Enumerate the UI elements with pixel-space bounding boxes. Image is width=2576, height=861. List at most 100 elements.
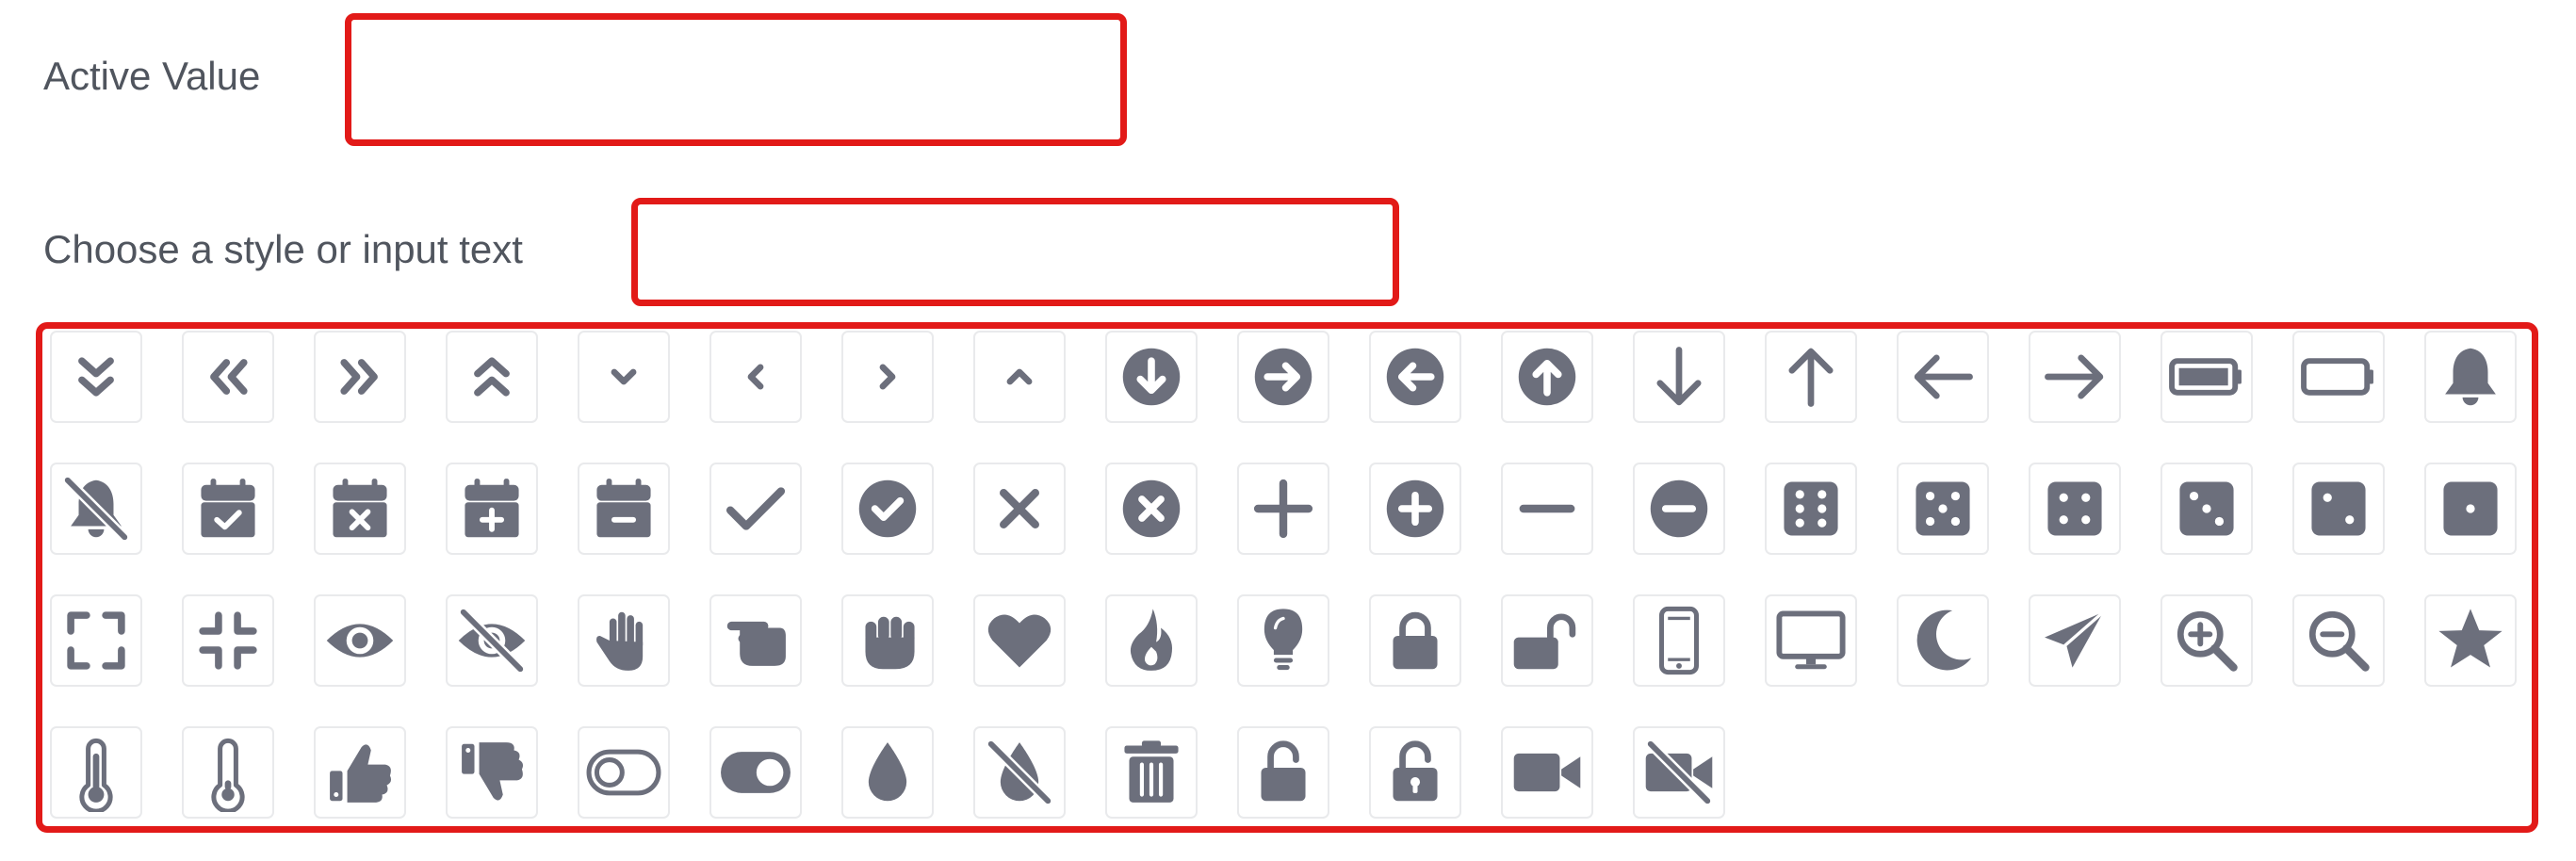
icon-option-moon[interactable] (1897, 594, 1989, 687)
icon-option-video[interactable] (1501, 726, 1593, 819)
icon-option-video-slash[interactable] (1633, 726, 1725, 819)
icon-option-eye[interactable] (314, 594, 406, 687)
icon-option-thumbs-down[interactable] (446, 726, 538, 819)
icon-option-circle-check[interactable] (841, 463, 934, 555)
icon-option-chevron-double-right[interactable] (314, 331, 406, 423)
magnifying-glass-plus-icon (2177, 610, 2238, 672)
icon-option-toggle-off[interactable] (578, 726, 670, 819)
fire-icon (1130, 609, 1173, 671)
icon-option-plus[interactable] (1237, 463, 1329, 555)
circle-arrow-up-icon (1518, 348, 1576, 406)
icon-option-chevron-up[interactable] (973, 331, 1066, 423)
icon-option-circle-arrow-down[interactable] (1105, 331, 1198, 423)
icon-option-dice-two[interactable] (2292, 463, 2385, 555)
icon-option-circle-arrow-left[interactable] (1369, 331, 1461, 423)
icon-option-expand[interactable] (50, 594, 142, 687)
arrow-left-icon (1914, 354, 1973, 399)
plus-icon (1253, 479, 1313, 539)
icon-option-hand[interactable] (578, 594, 670, 687)
thumbs-down-icon (462, 742, 524, 801)
icon-option-dice-five[interactable] (1897, 463, 1989, 555)
icon-option-droplet[interactable] (841, 726, 934, 819)
icon-option-dice-three[interactable] (2160, 463, 2253, 555)
icon-option-arrow-up[interactable] (1765, 331, 1857, 423)
desktop-icon (1776, 610, 1846, 670)
icon-option-chevron-right[interactable] (841, 331, 934, 423)
icon-option-check[interactable] (709, 463, 802, 555)
icon-option-droplet-slash[interactable] (973, 726, 1066, 819)
active-value-field[interactable] (345, 13, 1127, 146)
icon-option-thermometer-full[interactable] (50, 726, 142, 819)
icon-option-battery-full[interactable] (2160, 331, 2253, 423)
icon-option-eye-slash[interactable] (446, 594, 538, 687)
icon-option-xmark[interactable] (973, 463, 1066, 555)
bell-slash-icon (62, 475, 130, 543)
lock-icon (1393, 611, 1438, 670)
chevron-double-left-icon (210, 359, 248, 395)
icon-option-fire[interactable] (1105, 594, 1198, 687)
icon-option-thumbs-up[interactable] (314, 726, 406, 819)
icon-option-lock-open[interactable] (1501, 594, 1593, 687)
icon-option-calendar-plus[interactable] (446, 463, 538, 555)
icon-option-magnifying-glass-plus[interactable] (2160, 594, 2253, 687)
mobile-icon (1659, 606, 1699, 675)
unlock-alt-icon (1393, 740, 1438, 802)
dice-one-icon (2443, 481, 2498, 536)
arrow-down-icon (1656, 347, 1702, 406)
icon-option-bell[interactable] (2424, 331, 2517, 423)
icon-option-toggle-on[interactable] (709, 726, 802, 819)
icon-option-magnifying-glass-minus[interactable] (2292, 594, 2385, 687)
icon-option-bell-slash[interactable] (50, 463, 142, 555)
icon-option-unlock[interactable] (1237, 726, 1329, 819)
thermometer-full-icon (79, 738, 113, 812)
chevron-up-icon (1006, 368, 1033, 385)
icon-option-star[interactable] (2424, 594, 2517, 687)
icon-option-chevron-left[interactable] (709, 331, 802, 423)
chevron-right-icon (879, 364, 896, 390)
icon-option-compress[interactable] (182, 594, 274, 687)
icon-option-arrow-right[interactable] (2029, 331, 2121, 423)
icon-option-paper-plane[interactable] (2029, 594, 2121, 687)
icon-option-circle-minus[interactable] (1633, 463, 1725, 555)
icon-option-arrow-down[interactable] (1633, 331, 1725, 423)
icon-option-heart[interactable] (973, 594, 1066, 687)
icon-option-calendar-minus[interactable] (578, 463, 670, 555)
thermometer-empty-icon (211, 738, 245, 812)
unlock-icon (1261, 740, 1306, 802)
icon-option-hand-scissors[interactable] (709, 594, 802, 687)
icon-option-desktop[interactable] (1765, 594, 1857, 687)
icon-option-lightbulb[interactable] (1237, 594, 1329, 687)
icon-option-unlock-alt[interactable] (1369, 726, 1461, 819)
icon-palette (36, 322, 2538, 833)
icon-option-chevron-double-up[interactable] (446, 331, 538, 423)
icon-option-circle-arrow-right[interactable] (1237, 331, 1329, 423)
icon-option-mobile[interactable] (1633, 594, 1725, 687)
lock-open-icon (1513, 613, 1576, 670)
icon-option-trash[interactable] (1105, 726, 1198, 819)
video-icon (1513, 753, 1581, 792)
icon-option-calendar-xmark[interactable] (314, 463, 406, 555)
icon-option-minus[interactable] (1501, 463, 1593, 555)
icon-option-arrow-left[interactable] (1897, 331, 1989, 423)
icon-option-circle-plus[interactable] (1369, 463, 1461, 555)
style-input-field[interactable] (631, 198, 1399, 306)
icon-option-dice-four[interactable] (2029, 463, 2121, 555)
xmark-icon (1000, 489, 1039, 528)
icon-option-chevron-double-down[interactable] (50, 331, 142, 423)
icon-option-circle-arrow-up[interactable] (1501, 331, 1593, 423)
icon-option-hand-fist[interactable] (841, 594, 934, 687)
icon-option-circle-xmark[interactable] (1105, 463, 1198, 555)
calendar-xmark-icon (333, 479, 387, 538)
icon-option-chevron-double-left[interactable] (182, 331, 274, 423)
icon-option-lock[interactable] (1369, 594, 1461, 687)
icon-option-battery-empty[interactable] (2292, 331, 2385, 423)
icon-option-dice-one[interactable] (2424, 463, 2517, 555)
trash-icon (1124, 740, 1179, 803)
circle-minus-icon (1650, 479, 1708, 538)
icon-option-thermometer-empty[interactable] (182, 726, 274, 819)
icon-option-chevron-down[interactable] (578, 331, 670, 423)
dice-six-icon (1784, 481, 1838, 536)
icon-option-dice-six[interactable] (1765, 463, 1857, 555)
icon-option-calendar-check[interactable] (182, 463, 274, 555)
chevron-double-right-icon (340, 359, 378, 395)
